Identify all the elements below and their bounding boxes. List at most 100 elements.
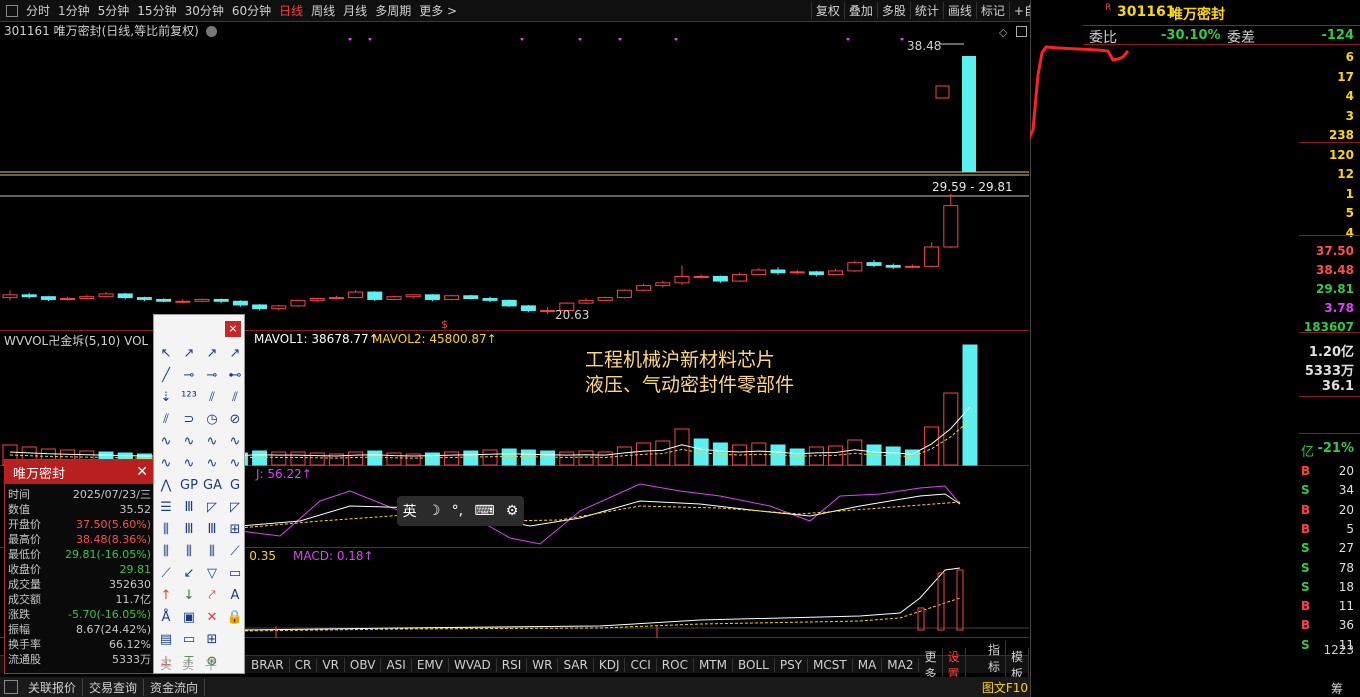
- f10-button[interactable]: 图文F10: [982, 679, 1030, 696]
- drawing-tool-icon[interactable]: ⫼: [203, 543, 221, 561]
- flat-mark-tool[interactable]: 平: [205, 656, 217, 673]
- drawing-tool-icon[interactable]: ◸: [203, 499, 221, 517]
- drawing-tool-icon[interactable]: ⫽: [203, 389, 221, 407]
- indicator-tab[interactable]: RSI: [497, 657, 528, 672]
- drawing-tool-icon[interactable]: ∿: [203, 455, 221, 473]
- drawing-tool-icon[interactable]: ⇣: [157, 389, 175, 407]
- chart-tool-button[interactable]: 复权: [810, 2, 844, 19]
- drawing-tool-icon[interactable]: GA: [203, 477, 222, 495]
- price-pane[interactable]: 38.48 29.59 - 29.81 20.63 $ ◇: [0, 26, 1029, 331]
- indicator-tab[interactable]: ROC: [657, 657, 694, 672]
- drawing-tool-icon[interactable]: ↖: [157, 345, 175, 363]
- drawing-tool-icon[interactable]: ▭: [180, 631, 198, 649]
- chart-tool-button[interactable]: 多股: [876, 2, 910, 19]
- drawing-tool-icon[interactable]: ↗: [226, 345, 244, 363]
- indicator-tab[interactable]: PSY: [775, 657, 809, 672]
- drawing-tool-icon[interactable]: 🔒: [226, 609, 244, 627]
- timeframe-tab[interactable]: 周线: [307, 2, 339, 19]
- drawing-tool-icon[interactable]: ⫽: [157, 411, 175, 429]
- indicator-tab[interactable]: MCST: [808, 657, 853, 672]
- drawing-tool-icon[interactable]: ⊘: [226, 411, 244, 429]
- drawing-tool-icon[interactable]: ⊷: [226, 367, 244, 385]
- timeframe-tab[interactable]: 多周期: [371, 2, 415, 19]
- drawing-tool-icon[interactable]: ◷: [203, 411, 221, 429]
- drawing-tool-icon[interactable]: ⟋: [157, 565, 175, 583]
- punctuation-icon[interactable]: °,: [452, 503, 463, 519]
- close-icon[interactable]: ✕: [136, 464, 148, 480]
- drawing-tool-icon[interactable]: ∿: [226, 433, 244, 451]
- data-window-header[interactable]: 唯万密封 ✕: [5, 460, 153, 484]
- drawing-tool-icon[interactable]: ¹²³: [180, 389, 198, 407]
- timeframe-tab[interactable]: 30分钟: [181, 2, 228, 19]
- timeframe-tab[interactable]: 月线: [339, 2, 371, 19]
- drawing-tool-icon[interactable]: G: [226, 477, 244, 495]
- drawing-tool-icon[interactable]: ∿: [157, 455, 175, 473]
- drawing-tool-icon[interactable]: ↙: [180, 565, 198, 583]
- drawing-tool-icon[interactable]: ⊸: [180, 367, 198, 385]
- layout-grid-icon[interactable]: [6, 4, 18, 17]
- chart-tool-button[interactable]: 统计: [909, 2, 943, 19]
- indicator-tab[interactable]: CCI: [625, 657, 657, 672]
- indicator-tab[interactable]: WR: [527, 657, 559, 672]
- panel-toggle-icon[interactable]: [4, 680, 18, 694]
- indicator-tab[interactable]: WVAD: [449, 657, 497, 672]
- drawing-tool-icon[interactable]: ⫼: [157, 521, 175, 539]
- moon-icon[interactable]: ☽: [428, 503, 441, 519]
- chart-tool-button[interactable]: 叠加: [843, 2, 877, 19]
- timeframe-tab[interactable]: 15分钟: [133, 2, 180, 19]
- buy-mark-tool[interactable]: 买: [160, 656, 172, 673]
- drawing-tool-icon[interactable]: ⤤: [203, 587, 221, 605]
- drawing-tool-icon[interactable]: ⫽: [226, 389, 244, 407]
- timeframe-tab[interactable]: 更多 >: [415, 2, 461, 19]
- indicator-tab[interactable]: KDJ: [594, 657, 626, 672]
- diamond-icon[interactable]: ◇: [999, 26, 1007, 39]
- drawing-tool-icon[interactable]: ⟋: [226, 543, 244, 561]
- drawing-tool-icon[interactable]: ⊃: [180, 411, 198, 429]
- drawing-tool-icon[interactable]: ↗: [203, 345, 221, 363]
- event-marker[interactable]: $: [441, 318, 448, 331]
- drawing-tool-icon[interactable]: ▣: [180, 609, 198, 627]
- drawing-tool-icon[interactable]: ▭: [226, 565, 244, 583]
- keyboard-icon[interactable]: ⌨: [474, 503, 494, 519]
- volume-indicator-name[interactable]: WVVOL卍金坼(5,10) VOL: [4, 332, 148, 349]
- timeframe-tab[interactable]: 日线: [275, 2, 307, 19]
- drawing-tool-icon[interactable]: ⊸: [203, 367, 221, 385]
- drawing-tool-icon[interactable]: ⊞: [203, 631, 221, 649]
- drawing-tool-icon[interactable]: ⫼: [180, 543, 198, 561]
- drawing-tool-icon[interactable]: ↑: [157, 587, 175, 605]
- indicator-tab[interactable]: MTM: [694, 657, 733, 672]
- drawing-tool-icon[interactable]: ◸: [226, 499, 244, 517]
- drawing-tool-icon[interactable]: ↓: [180, 587, 198, 605]
- drawing-tool-icon[interactable]: ☰: [157, 499, 175, 517]
- indicator-tab[interactable]: SAR: [558, 657, 594, 672]
- drawing-tool-icon[interactable]: Ⅲ: [180, 499, 198, 517]
- maximize-icon[interactable]: [1016, 26, 1027, 37]
- chart-tool-button[interactable]: 标记: [975, 2, 1009, 19]
- drawing-tool-icon[interactable]: ∿: [226, 455, 244, 473]
- drawing-tool-icon[interactable]: ↗: [180, 345, 198, 363]
- drawing-tool-icon[interactable]: ▽: [203, 565, 221, 583]
- drawing-tool-icon[interactable]: Ⅲ: [203, 521, 221, 539]
- indicator-tab[interactable]: MA: [853, 657, 883, 672]
- indicator-tab[interactable]: CR: [290, 657, 318, 672]
- chip-tab[interactable]: 筹: [1331, 680, 1343, 697]
- drawing-tool-icon[interactable]: ∿: [203, 433, 221, 451]
- indicator-tab[interactable]: VR: [317, 657, 345, 672]
- drawing-tool-icon[interactable]: [226, 631, 244, 649]
- drawing-tool-icon[interactable]: Ⅲ: [180, 521, 198, 539]
- drawing-tool-icon[interactable]: ∿: [180, 455, 198, 473]
- drawing-tool-icon[interactable]: ∿: [157, 433, 175, 451]
- drawing-tool-icon[interactable]: ╱: [157, 367, 175, 385]
- drawing-tool-icon[interactable]: ▤: [157, 631, 175, 649]
- drawing-tool-icon[interactable]: Å: [157, 609, 175, 627]
- fund-flow-button[interactable]: 资金流向: [144, 678, 206, 696]
- related-quotes-button[interactable]: 关联报价: [22, 678, 84, 696]
- timeframe-tab[interactable]: 分时: [22, 2, 54, 19]
- close-icon[interactable]: ×: [225, 321, 241, 337]
- timeframe-tab[interactable]: 60分钟: [228, 2, 275, 19]
- indicator-tab[interactable]: ASI: [381, 657, 412, 672]
- drawing-tool-icon[interactable]: ✕: [203, 609, 221, 627]
- gear-icon[interactable]: ⚙: [506, 503, 519, 519]
- indicator-tab[interactable]: EMV: [412, 657, 449, 672]
- indicator-tab[interactable]: MA2: [882, 657, 920, 672]
